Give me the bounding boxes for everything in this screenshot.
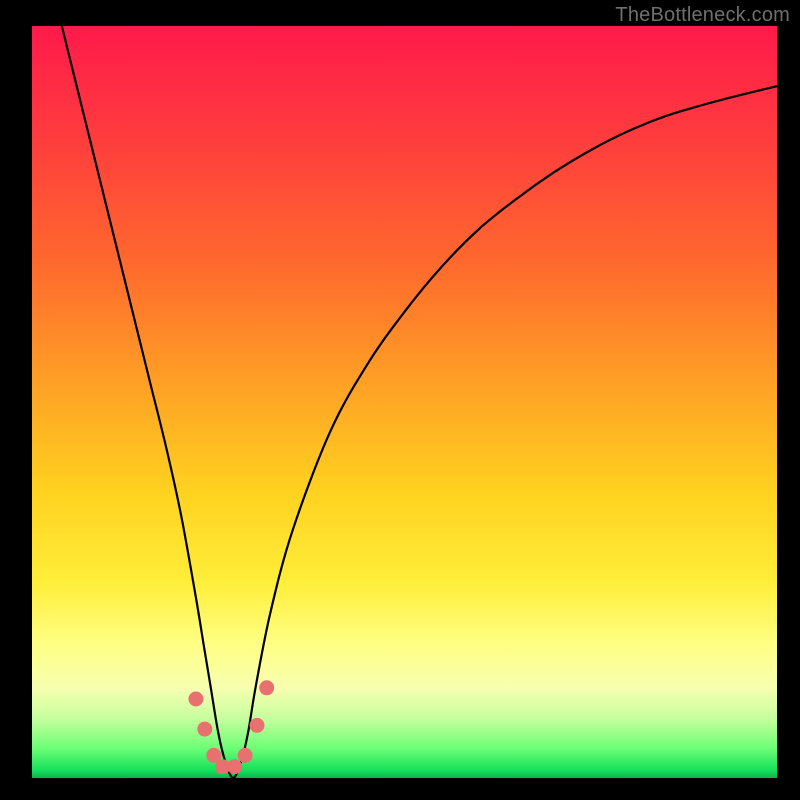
plot-area — [32, 26, 777, 778]
bottleneck-curve — [62, 26, 777, 778]
valley-marker — [250, 718, 265, 733]
curve-layer — [32, 26, 777, 778]
valley-marker — [238, 748, 253, 763]
chart-frame: TheBottleneck.com — [0, 0, 800, 800]
valley-marker — [259, 680, 274, 695]
valley-marker — [188, 692, 203, 707]
valley-marker — [197, 722, 212, 737]
valley-markers — [188, 680, 274, 774]
watermark-text: TheBottleneck.com — [615, 4, 790, 27]
valley-marker — [227, 759, 242, 774]
